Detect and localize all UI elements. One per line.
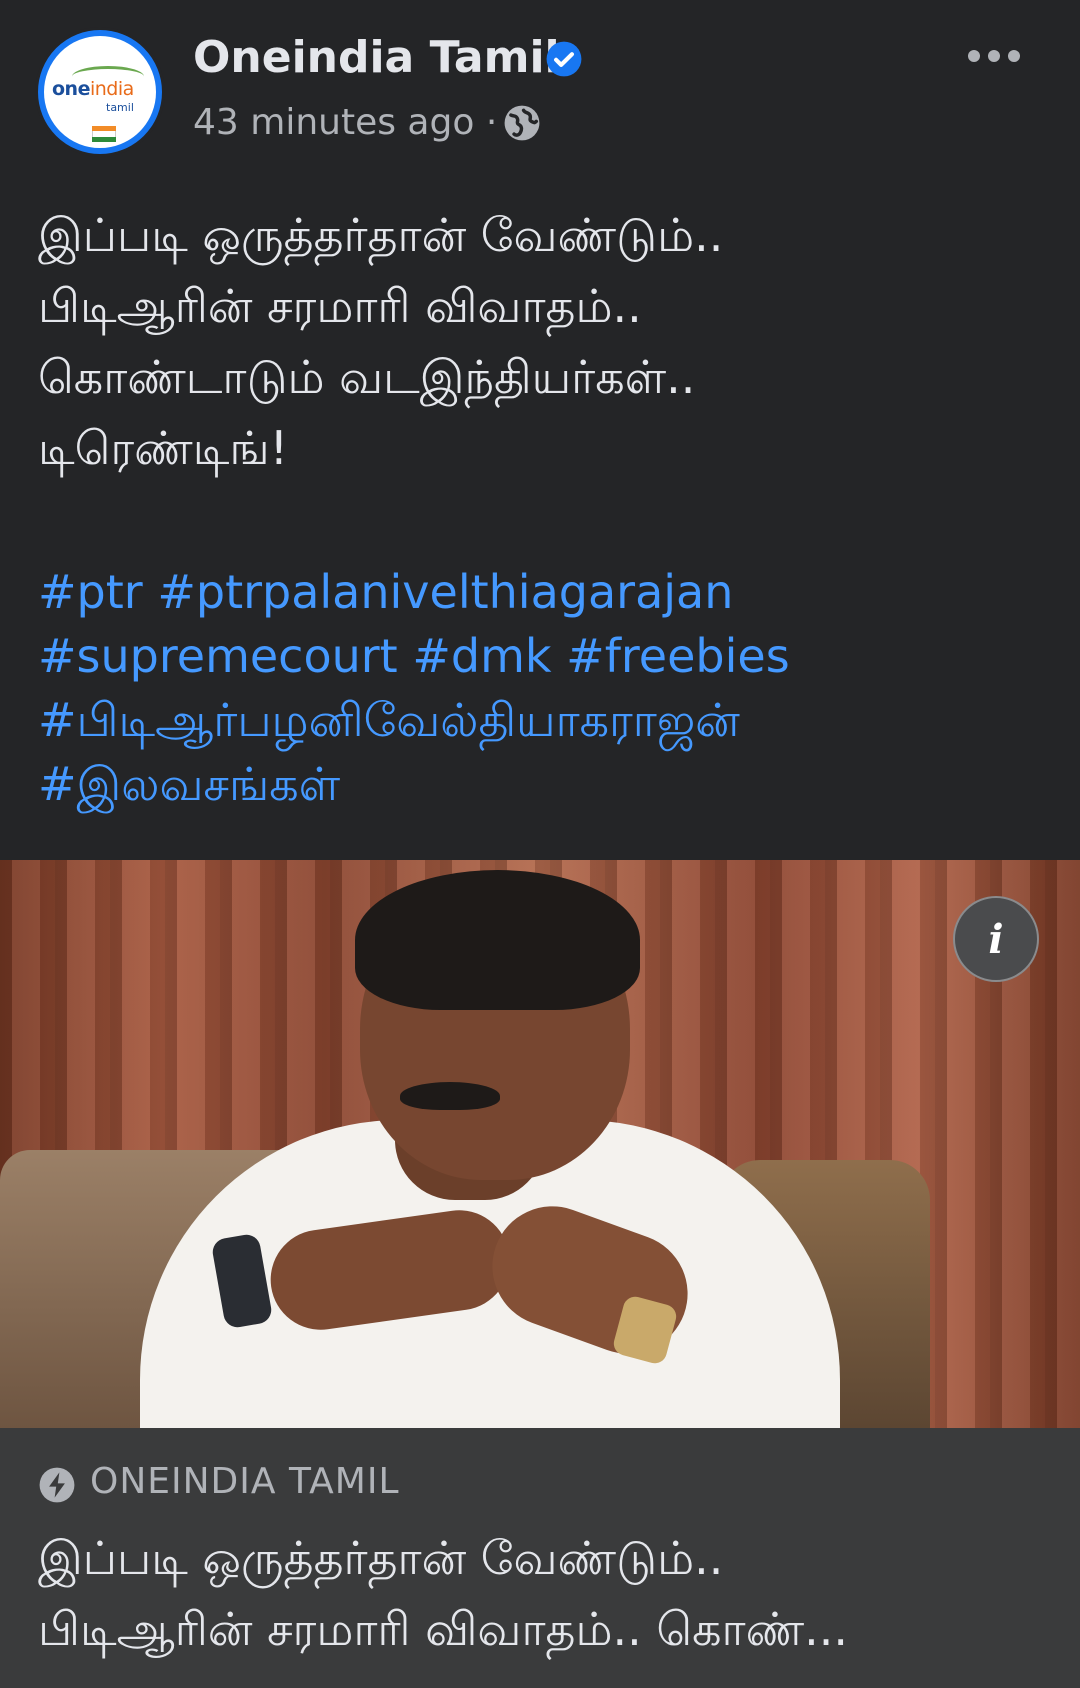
lightning-icon [39,1467,75,1503]
hashtag-link[interactable]: #ptr [38,565,143,619]
hashtag-link[interactable]: #freebies [566,629,790,683]
photo-hair [355,870,640,1010]
logo-word-india: india [89,78,134,100]
post-line: இப்படி ஒருத்தர்தான் வேண்டும்.. [38,208,724,262]
link-title-line: பிடிஆரின் சரமாரி விவாதம்.. கொண்... [38,1602,848,1656]
page-avatar[interactable]: oneindia tamil [38,30,162,154]
hashtags: #ptr #ptrpalanivelthiagarajan #supremeco… [38,560,1048,816]
hashtag-line: #பிடிஆர்பழனிவேல்தியாகராஜன் [38,688,1048,752]
post-photo[interactable] [0,860,1080,1428]
link-source: ONEINDIA TAMIL [90,1461,400,1502]
globe-icon [504,105,540,141]
more-options-icon[interactable] [962,38,1026,74]
hashtag-link[interactable]: #பிடிஆர்பழனிவேல்தியாகராஜன் [38,693,740,747]
post-header: oneindia tamil Oneindia Tamil 43 minutes… [0,0,1080,170]
hashtag-link[interactable]: #இலவசங்கள் [38,757,340,811]
avatar-logo: oneindia [52,78,134,100]
logo-word-one: one [52,78,90,100]
post-line: பிடிஆரின் சரமாரி விவாதம்.. [38,279,642,333]
hashtag-link[interactable]: #dmk [412,629,551,683]
post-line: கொண்டாடும் வடஇந்தியர்கள்.. [38,350,696,404]
link-title[interactable]: இப்படி ஒருத்தர்தான் வேண்டும்.. பிடிஆரின்… [38,1523,1048,1665]
india-flag-icon [92,126,116,142]
verified-badge-icon [546,41,582,77]
post-message: இப்படி ஒருத்தர்தான் வேண்டும்.. பிடிஆரின்… [38,200,1038,484]
meta-separator: · [485,102,498,143]
photo-moustache [400,1082,500,1110]
hashtag-line: #ptr #ptrpalanivelthiagarajan [38,560,1048,624]
info-icon[interactable]: i [953,896,1039,982]
post-time[interactable]: 43 minutes ago [193,102,474,143]
page-name[interactable]: Oneindia Tamil [193,32,560,83]
hashtag-line: #supremecourt #dmk #freebies [38,624,1048,688]
link-title-line: இப்படி ஒருத்தர்தான் வேண்டும்.. [38,1531,724,1585]
hashtag-link[interactable]: #supremecourt [38,629,398,683]
post-meta: 43 minutes ago · [193,102,497,143]
hashtag-link[interactable]: #ptrpalanivelthiagarajan [157,565,733,619]
link-preview-card[interactable]: ONEINDIA TAMIL இப்படி ஒருத்தர்தான் வேண்ட… [0,1428,1080,1688]
hashtag-line: #இலவசங்கள் [38,752,1048,816]
post-line: டிரெண்டிங்! [38,421,289,475]
avatar-logo-sub: tamil [106,101,134,114]
